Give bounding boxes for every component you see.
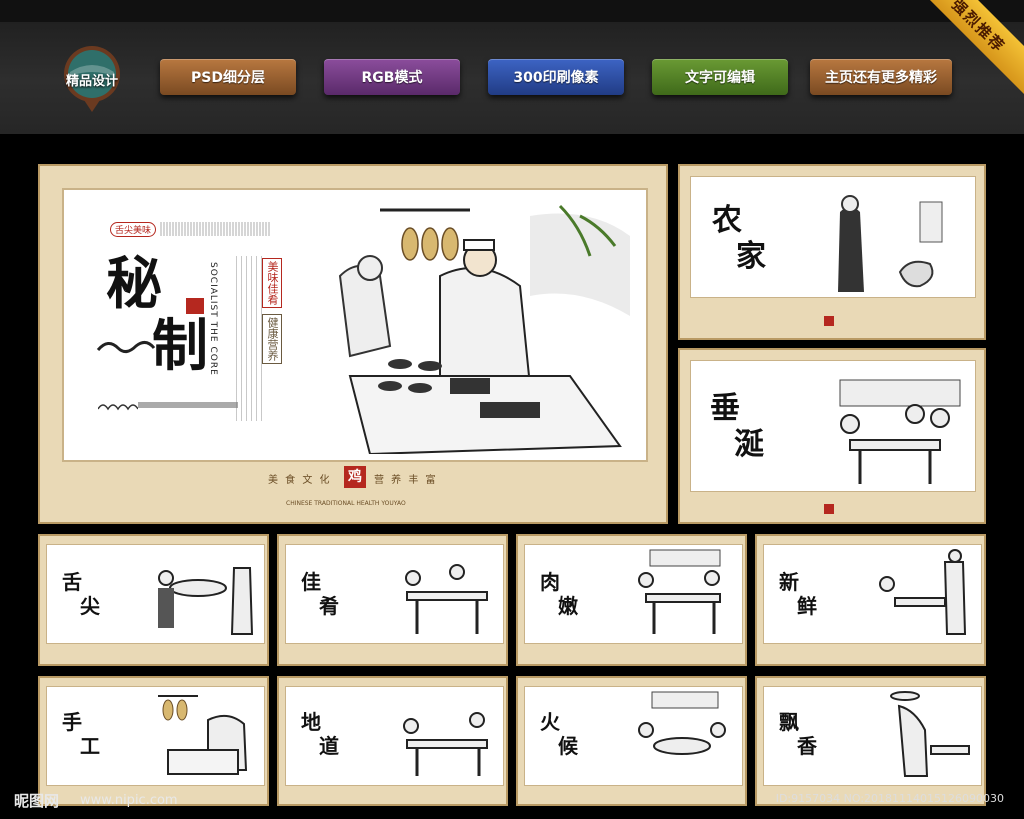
main-poster: 舌尖美味 秘 制 SOCIALIST THE CORE 美味佳肴 健康营养 美 … [38, 164, 668, 524]
side-poster-2: 垂 涎 [678, 348, 986, 524]
wave-ornament-icon [98, 404, 138, 411]
thumb-poster-6-title-1: 地 [301, 710, 321, 734]
main-poster-footer-center: 鸡 [344, 466, 366, 488]
side-poster-2-title-1: 垂 [710, 391, 740, 426]
thumb-poster-3: 肉 嫩 [516, 534, 747, 666]
thumb-poster-7-title-2: 候 [558, 734, 578, 758]
thumb-poster-8: 飘 香 [755, 676, 986, 806]
side-poster-1-title-2: 家 [736, 239, 766, 274]
top-strip [0, 0, 1024, 22]
thumb-poster-2-title-1: 佳 [301, 570, 321, 594]
thumb-poster-2: 佳 肴 [277, 534, 508, 666]
diners-illustration [839, 379, 961, 484]
main-poster-slogan-1: 美味佳肴 [262, 258, 282, 308]
side-poster-1-footer-seal [824, 316, 834, 326]
thumb-poster-2-title-2: 肴 [319, 594, 339, 618]
thumb-4-illustration [879, 549, 967, 635]
print-resolution-button[interactable]: 300印刷像素 [488, 59, 624, 95]
thumb-poster-3-title-1: 肉 [540, 570, 560, 594]
editable-text-button[interactable]: 文字可编辑 [652, 59, 788, 95]
thumb-1-illustration [158, 567, 254, 635]
thumb-poster-6-title-2: 道 [319, 734, 339, 758]
thumb-7-illustration [638, 691, 726, 755]
main-poster-footer-left: 美 食 文 化 [268, 475, 332, 486]
side-poster-1: 农 家 [678, 164, 986, 340]
rgb-mode-button[interactable]: RGB模式 [324, 59, 460, 95]
thumb-2-illustration [405, 564, 488, 634]
thumb-poster-7: 火 候 [516, 676, 747, 806]
thumb-poster-5-title-2: 工 [80, 734, 100, 758]
thumb-poster-3-title-2: 嫩 [558, 594, 578, 618]
site-url-watermark: www.nipic.com [80, 793, 178, 808]
thumb-poster-5: 手 工 [38, 676, 269, 806]
recommend-ribbon: 强烈推荐 [924, 0, 1024, 100]
site-watermark: 昵图网 [14, 792, 60, 810]
farmer-illustration [838, 195, 943, 292]
cloud-swirl-icon [96, 341, 156, 353]
main-poster-footer-english: CHINESE TRADITIONAL HEALTH YOUYAO [286, 500, 406, 507]
thumb-poster-4: 新 鲜 [755, 534, 986, 666]
main-poster-caption [138, 402, 238, 408]
thumb-8-illustration [890, 691, 970, 777]
logo-label: 精品设计 [65, 74, 118, 89]
thumb-poster-4-title-1: 新 [779, 570, 799, 594]
thumb-poster-1-title-1: 舌 [62, 570, 82, 594]
side-poster-2-footer-seal [824, 504, 834, 514]
chef-illustration [338, 204, 630, 454]
thumb-6-illustration [403, 712, 488, 776]
thumb-poster-6: 地 道 [277, 676, 508, 806]
image-id-text: ID:9157034 NO:20181114015126090030 [775, 792, 1004, 805]
main-poster-footer-right: 营 养 丰 富 [374, 475, 438, 486]
main-poster-title-1: 秘 [106, 251, 162, 317]
thumb-poster-8-title-2: 香 [797, 734, 817, 758]
psd-layers-button[interactable]: PSD细分层 [160, 59, 296, 95]
side-poster-1-title-1: 农 [712, 203, 742, 238]
main-poster-slogan-2: 健康营养 [262, 314, 282, 364]
thumb-poster-8-title-1: 飘 [779, 710, 799, 734]
thumb-poster-1: 舌 尖 [38, 534, 269, 666]
thumb-5-illustration [158, 695, 248, 775]
thumb-poster-4-title-2: 鲜 [797, 594, 817, 618]
red-seal-icon [186, 298, 204, 314]
thumb-poster-5-title-1: 手 [62, 710, 82, 734]
thumb-3-illustration [638, 549, 721, 634]
main-poster-title-2: 制 [152, 313, 208, 379]
main-poster-english-vertical: SOCIALIST THE CORE [208, 262, 218, 376]
main-poster-intro-text [160, 222, 270, 236]
main-poster-badge: 舌尖美味 [110, 222, 157, 237]
side-poster-2-title-2: 涎 [734, 427, 764, 462]
thumb-poster-7-title-1: 火 [540, 710, 560, 734]
recommend-ribbon-label: 强烈推荐 [924, 0, 1024, 98]
thumb-poster-1-title-2: 尖 [80, 594, 100, 618]
